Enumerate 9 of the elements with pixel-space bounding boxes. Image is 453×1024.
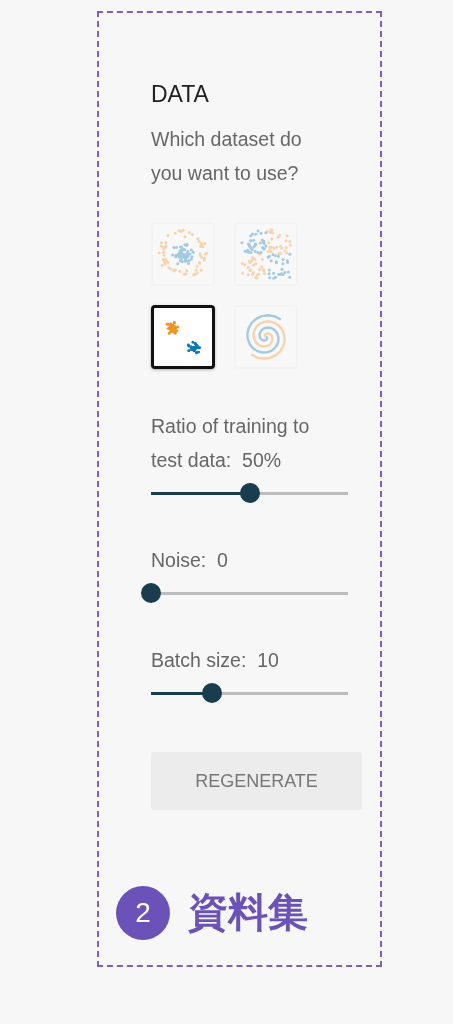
caption-text: 資料集 bbox=[188, 888, 308, 937]
regenerate-button[interactable]: REGENERATE bbox=[151, 752, 362, 810]
step-number-badge: 2 bbox=[116, 885, 170, 940]
dataset-option[interactable] bbox=[151, 305, 215, 369]
slider-label: Ratio of training to test data: 50% bbox=[151, 414, 311, 473]
section-title: DATA bbox=[151, 81, 210, 108]
slider-label: Batch size: 10 bbox=[151, 648, 280, 673]
slider-label: Noise: 0 bbox=[151, 548, 229, 573]
question-text: Which dataset do you want to use? bbox=[151, 127, 303, 186]
